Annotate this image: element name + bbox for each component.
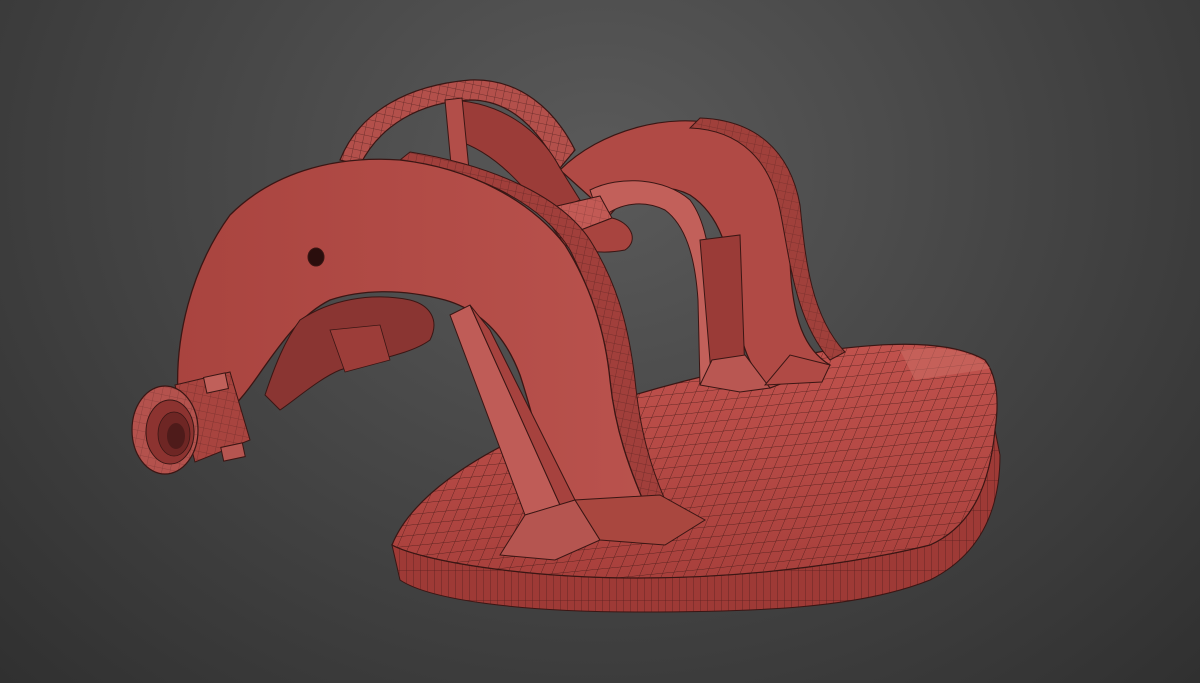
shaft-end [131,371,251,475]
model-render [131,79,1001,613]
3d-viewport[interactable] [0,0,1200,683]
